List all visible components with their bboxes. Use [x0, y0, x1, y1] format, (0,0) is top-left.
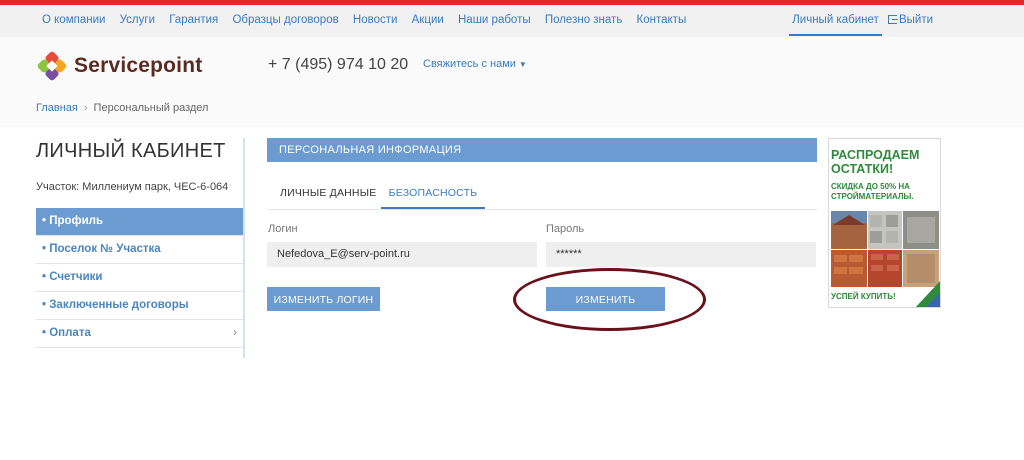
brand-name[interactable]: Servicepoint: [74, 54, 202, 78]
nav-item-services[interactable]: Услуги: [120, 14, 155, 26]
breadcrumb-home[interactable]: Главная: [36, 102, 78, 114]
change-login-button[interactable]: ИЗМЕНИТЬ ЛОГИН: [267, 287, 380, 311]
password-label: Пароль: [546, 223, 585, 235]
logout-label: Выйти: [899, 14, 934, 26]
banner-corner-icon: [915, 281, 940, 307]
sidebar-menu: • Профиль • Поселок № Участка • Счетчики…: [36, 208, 243, 348]
tab-security[interactable]: БЕЗОПАСНОСТЬ: [381, 179, 485, 209]
phone-number: + 7 (495) 974 10 20: [268, 56, 409, 73]
nav-item-contract-samples[interactable]: Образцы договоров: [232, 14, 338, 26]
logout-icon: [888, 15, 898, 24]
nav-item-news[interactable]: Новости: [353, 14, 398, 26]
sidebar-item-contracts[interactable]: • Заключенные договоры: [36, 292, 243, 320]
login-field[interactable]: Nefedova_E@serv-point.ru: [267, 242, 537, 267]
nav-item-promotions[interactable]: Акции: [412, 14, 444, 26]
breadcrumb-current: Персональный раздел: [93, 102, 209, 114]
sidebar-item-payment[interactable]: • Оплата ›: [36, 320, 243, 348]
breadcrumb: Главная › Персональный раздел: [36, 102, 208, 114]
nav-item-about[interactable]: О компании: [42, 14, 105, 26]
highlight-ellipse: [513, 268, 706, 331]
building-materials-image-icon: [831, 211, 939, 287]
nav-item-useful[interactable]: Полезно знать: [545, 14, 623, 26]
personal-cabinet-link[interactable]: Личный кабинет: [789, 5, 882, 36]
top-menu: О компании Услуги Гарантия Образцы догов…: [42, 14, 697, 26]
nav-item-contacts[interactable]: Контакты: [637, 14, 687, 26]
logout-link[interactable]: Выйти: [888, 14, 933, 26]
sidebar-divider: [243, 138, 245, 358]
page-title: ЛИЧНЫЙ КАБИНЕТ: [36, 140, 226, 162]
sidebar-item-meters[interactable]: • Счетчики: [36, 264, 243, 292]
password-field[interactable]: ******: [546, 242, 816, 267]
sale-banner[interactable]: РАСПРОДАЕМ ОСТАТКИ! СКИДКА ДО 50% НА СТР…: [828, 138, 941, 308]
sidebar-item-village-plot[interactable]: • Поселок № Участка: [36, 236, 243, 264]
banner-cta: УСПЕЙ КУПИТЬ!: [831, 292, 896, 301]
sidebar-item-payment-label: • Оплата: [42, 327, 91, 339]
contact-us-dropdown[interactable]: Свяжитесь с нами ▼: [423, 58, 527, 70]
sidebar-item-profile[interactable]: • Профиль: [36, 208, 243, 236]
contact-us-label: Свяжитесь с нами: [423, 58, 516, 70]
nav-item-warranty[interactable]: Гарантия: [169, 14, 218, 26]
nav-item-our-works[interactable]: Наши работы: [458, 14, 531, 26]
banner-headline: РАСПРОДАЕМ ОСТАТКИ!: [831, 148, 920, 176]
servicepoint-logo-icon[interactable]: [36, 50, 68, 82]
chevron-down-icon: ▼: [518, 60, 527, 69]
tab-bar: ЛИЧНЫЕ ДАННЫЕ БЕЗОПАСНОСТЬ: [267, 179, 817, 210]
banner-subtitle: СКИДКА ДО 50% НА СТРОЙМАТЕРИАЛЫ.: [831, 182, 914, 201]
plot-info: Участок: Миллениум парк, ЧЕС-6-064: [36, 181, 229, 193]
login-label: Логин: [268, 223, 298, 235]
panel-title: ПЕРСОНАЛЬНАЯ ИНФОРМАЦИЯ: [267, 138, 817, 162]
chevron-right-icon: ›: [233, 327, 237, 339]
tab-personal-data[interactable]: ЛИЧНЫЕ ДАННЫЕ: [280, 179, 376, 209]
breadcrumb-separator-icon: ›: [83, 102, 88, 114]
